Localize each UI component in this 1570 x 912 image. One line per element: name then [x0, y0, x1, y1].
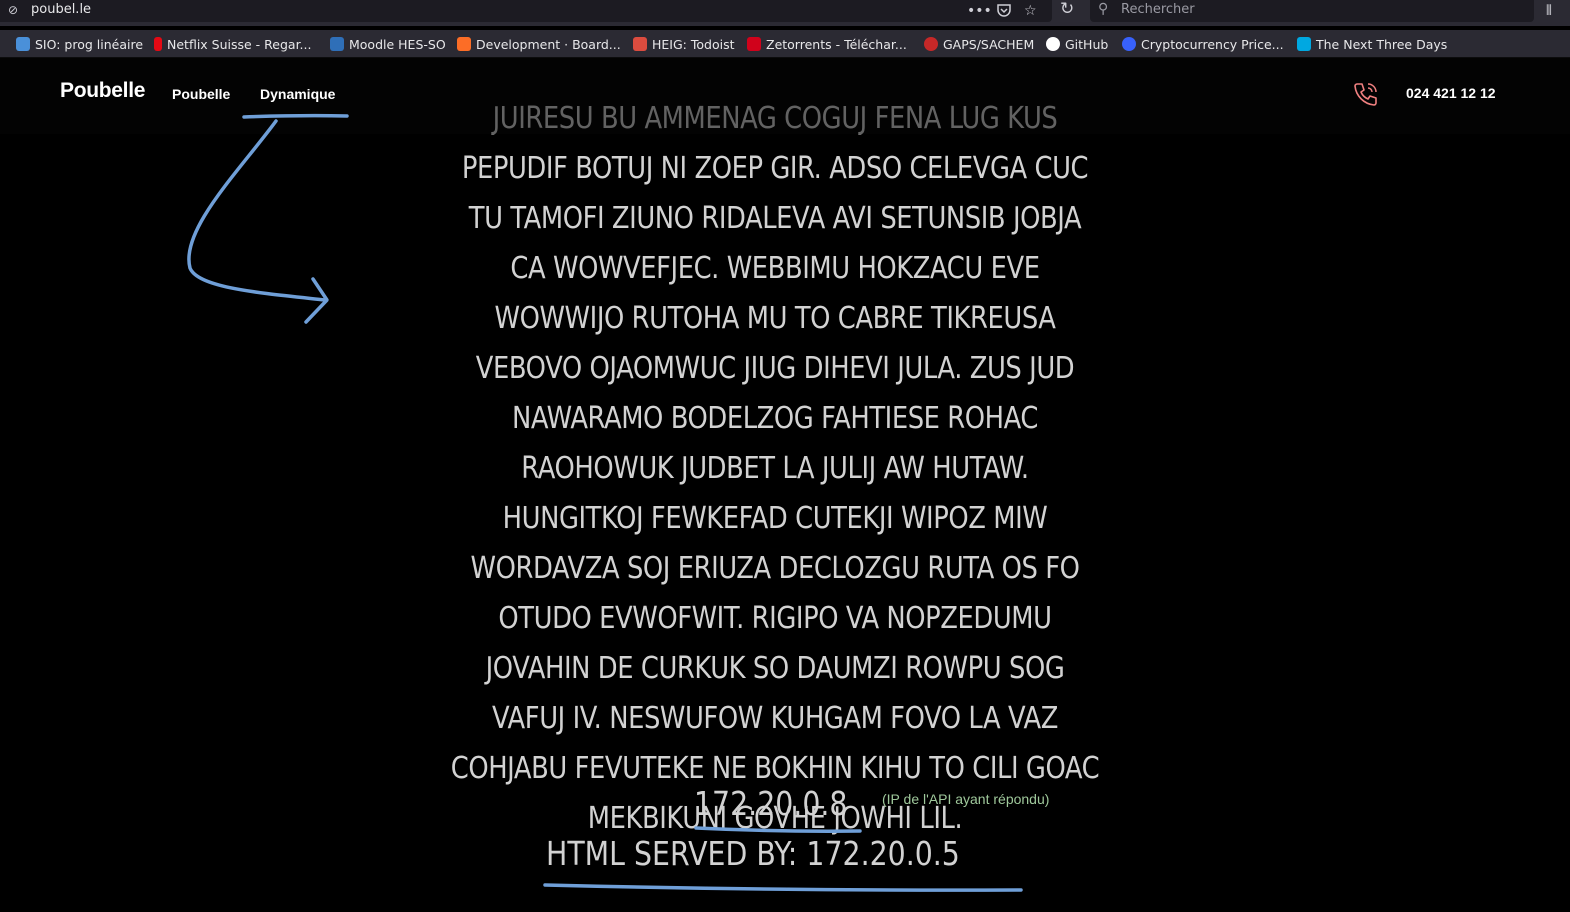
bookmark-label: Cryptocurrency Price... [1141, 36, 1284, 52]
lorem-text-block: JUIRESU BU AMMENAG COGUJ FENA LUG KUS PE… [418, 94, 1132, 844]
coinmarketcap-icon [1122, 37, 1136, 51]
text-line: RAOHOWUK JUDBET LA JULIJ AW HUTAW. [521, 451, 1029, 486]
bookmark-zetorrents[interactable]: Zetorrents - Téléchar... [747, 35, 907, 53]
bookmark-label: HEIG: Todoist [652, 36, 735, 52]
bookmark-label: Development · Board... [476, 36, 621, 52]
bookmark-label: Moodle HES-SO [349, 36, 446, 52]
nav-link-dynamique[interactable]: Dynamique [260, 86, 335, 102]
search-input[interactable]: ⚲ Rechercher [1090, 0, 1534, 22]
text-line: OTUDO EVWOFWIT. RIGIPO VA NOPZEDUMU [498, 601, 1052, 636]
url-text[interactable]: poubel.le [31, 2, 91, 17]
text-line: CA WOWVEFJEC. WEBBIMU HOKZACU EVE [510, 251, 1040, 286]
phone-number[interactable]: 024 421 12 12 [1406, 85, 1496, 101]
text-line: WOWWIJO RUTOHA MU TO CABRE TIKREUSA [494, 301, 1056, 336]
text-line: PEPUDIF BOTUJ NI ZOEP GIR. ADSO CELEVGA … [461, 151, 1089, 186]
bookmark-label: Netflix Suisse - Regar... [167, 36, 312, 52]
moodle-icon [330, 37, 344, 51]
site-brand[interactable]: Poubelle [60, 79, 145, 103]
bookmark-moodle[interactable]: Moodle HES-SO [330, 35, 446, 53]
nav-link-poubelle[interactable]: Poubelle [172, 86, 230, 102]
todoist-icon [633, 37, 647, 51]
bookmark-label: SIO: prog linéaire [35, 36, 144, 52]
bookmark-github[interactable]: GitHub [1046, 35, 1108, 53]
search-placeholder: Rechercher [1121, 2, 1195, 17]
bookmark-gitlab[interactable]: Development · Board... [457, 35, 621, 53]
site-navbar: Poubelle Poubelle Dynamique 024 421 12 1… [0, 58, 1570, 134]
bookmark-todoist[interactable]: HEIG: Todoist [633, 35, 734, 53]
bookmark-next-three-days[interactable]: The Next Three Days [1297, 35, 1447, 53]
page-actions-icon[interactable]: ••• [967, 2, 992, 20]
text-line: TU TAMOFI ZIUNO RIDALEVA AVI SETUNSIB JO… [468, 201, 1082, 236]
reload-icon[interactable]: ↻ [1060, 0, 1074, 18]
bookmark-label: GitHub [1065, 36, 1109, 52]
text-line: JOVAHIN DE CURKUK SO DAUMZI ROWPU SOG [485, 651, 1065, 686]
api-ip-note: (IP de l'API ayant répondu) [882, 791, 1050, 807]
github-icon [1046, 37, 1060, 51]
api-ip-address: 172.20.0.8 [694, 784, 848, 823]
bookmark-star-icon[interactable]: ☆ [1024, 2, 1037, 20]
site-info-icon[interactable]: ⊘ [8, 3, 18, 17]
browser-toolbar: ⊘ poubel.le ••• ☆ ↻ ⚲ Rechercher ⫴ [0, 0, 1570, 26]
bookmark-label: The Next Three Days [1316, 36, 1448, 52]
download-icon [747, 37, 761, 51]
gaps-icon [924, 37, 938, 51]
text-line: VEBOVO OJAOMWUC JIUG DIHEVI JULA. ZUS JU… [475, 351, 1075, 386]
html-served-by: HTML SERVED BY: 172.20.0.5 [546, 834, 960, 873]
bookmark-label: GAPS/SACHEM [943, 36, 1035, 52]
bookmark-gaps[interactable]: GAPS/SACHEM [924, 35, 1034, 53]
library-icon[interactable]: ⫴ [1546, 2, 1552, 20]
search-icon: ⚲ [1098, 1, 1109, 17]
bookmark-netflix[interactable]: Netflix Suisse - Regar... [154, 35, 311, 53]
bookmark-label: Zetorrents - Téléchar... [766, 36, 907, 52]
bookmark-sio[interactable]: SIO: prog linéaire [16, 35, 143, 53]
prime-video-icon [1297, 37, 1311, 51]
text-line: HUNGITKOJ FEWKEFAD CUTEKJI WIPOZ MIW [502, 501, 1048, 536]
bookmark-crypto[interactable]: Cryptocurrency Price... [1122, 35, 1284, 53]
text-line: VAFUJ IV. NESWUFOW KUHGAM FOVO LA VAZ [491, 701, 1058, 736]
pocket-icon[interactable] [996, 2, 1012, 23]
bookmarks-toolbar: SIO: prog linéaire Netflix Suisse - Rega… [0, 30, 1570, 58]
text-line: WORDAVZA SOJ ERIUZA DECLOZGU RUTA OS FO [470, 551, 1080, 586]
bookmark-favicon-icon [16, 37, 30, 51]
text-line: NAWARAMO BODELZOG FAHTIESE ROHAC [511, 401, 1039, 436]
phone-icon [1354, 83, 1377, 106]
netflix-icon [154, 37, 162, 51]
url-bar[interactable]: ⊘ poubel.le ••• ☆ [0, 0, 1052, 22]
gitlab-icon [457, 37, 471, 51]
